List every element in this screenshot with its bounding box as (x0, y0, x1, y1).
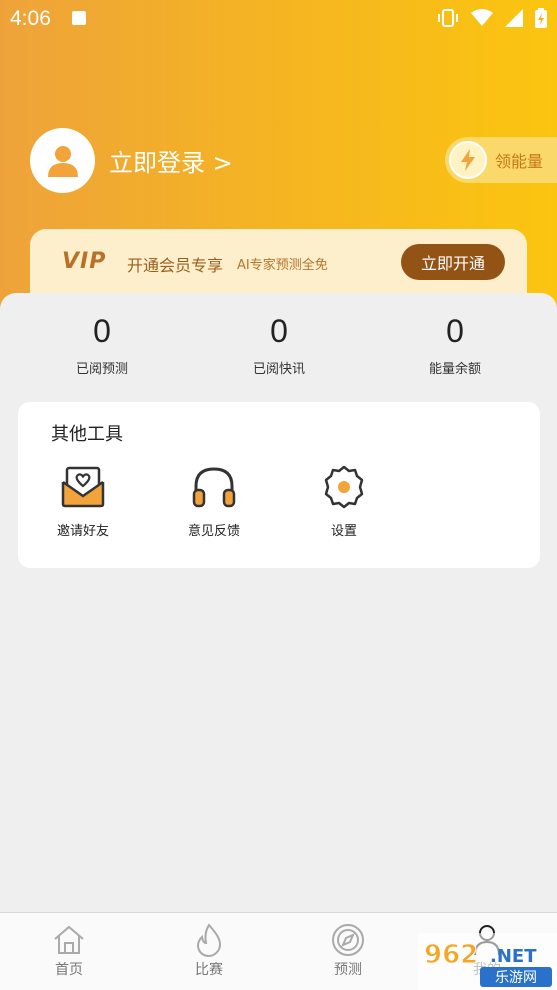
stat-label: 能量余额 (428, 362, 481, 377)
tool-invite-friends[interactable]: 邀请好友 (38, 464, 128, 539)
flame-icon (192, 923, 226, 957)
tab-label: 预测 (334, 962, 362, 978)
status-icons (437, 8, 547, 28)
stat-value: 0 (93, 313, 111, 349)
status-time: 4:06 (10, 7, 51, 30)
vip-subtitle: AI专家预测全免 (237, 258, 328, 273)
lightning-icon (461, 149, 475, 171)
claim-energy-button[interactable]: 领能量 (445, 137, 557, 183)
user-avatar-icon (47, 145, 78, 177)
svg-text:.NET: .NET (490, 946, 537, 967)
stat-read-news[interactable]: 0 已阅快讯 (204, 313, 354, 377)
wifi-icon (471, 9, 493, 26)
stat-label: 已阅快讯 (252, 362, 305, 377)
tool-feedback[interactable]: 意见反馈 (169, 464, 259, 539)
other-tools-card: 其他工具 邀请好友 意见反馈 设置 (18, 402, 540, 568)
invite-mail-icon (60, 464, 106, 510)
battery-icon (535, 8, 547, 28)
status-bar: 4:06 (0, 0, 557, 38)
tab-label: 比赛 (195, 962, 223, 978)
tab-predictions[interactable]: 预测 (308, 923, 388, 979)
signal-icon (505, 9, 523, 27)
headphones-icon (191, 464, 237, 510)
stat-energy-balance[interactable]: 0 能量余额 (380, 313, 530, 377)
energy-label: 领能量 (495, 152, 544, 171)
tab-label: 首页 (55, 962, 83, 978)
vibrate-icon (438, 9, 458, 27)
tab-matches[interactable]: 比赛 (169, 923, 249, 979)
tool-settings[interactable]: 设置 (299, 464, 389, 539)
site-watermark: 962 .NET 乐游网 (418, 933, 557, 990)
login-link[interactable]: 立即登录 > (109, 143, 233, 178)
notification-icon (72, 11, 86, 25)
stats-row: 0 已阅预测 0 已阅快讯 0 能量余额 (0, 313, 557, 383)
gear-icon (321, 464, 367, 510)
tool-label: 设置 (330, 524, 357, 539)
main-panel: 0 已阅预测 0 已阅快讯 0 能量余额 其他工具 邀请好友 意见反馈 设置 (0, 293, 557, 913)
vip-logo: VIP (62, 249, 107, 274)
profile-login-row[interactable]: 立即登录 > (30, 128, 233, 193)
vip-title: 开通会员专享 (127, 256, 224, 275)
tab-home[interactable]: 首页 (29, 923, 109, 979)
compass-icon (331, 923, 365, 957)
svg-text:962: 962 (424, 940, 478, 970)
stat-label: 已阅预测 (75, 362, 128, 377)
stat-value: 0 (270, 313, 288, 349)
energy-badge (449, 141, 487, 179)
avatar[interactable] (30, 128, 95, 193)
svg-text:乐游网: 乐游网 (495, 970, 537, 986)
vip-activate-button[interactable]: 立即开通 (401, 244, 505, 280)
tool-label: 意见反馈 (187, 524, 240, 539)
tools-title: 其他工具 (51, 424, 123, 445)
tool-label: 邀请好友 (56, 524, 109, 539)
stat-read-predictions[interactable]: 0 已阅预测 (27, 313, 177, 377)
home-icon (52, 923, 86, 957)
stat-value: 0 (446, 313, 464, 349)
